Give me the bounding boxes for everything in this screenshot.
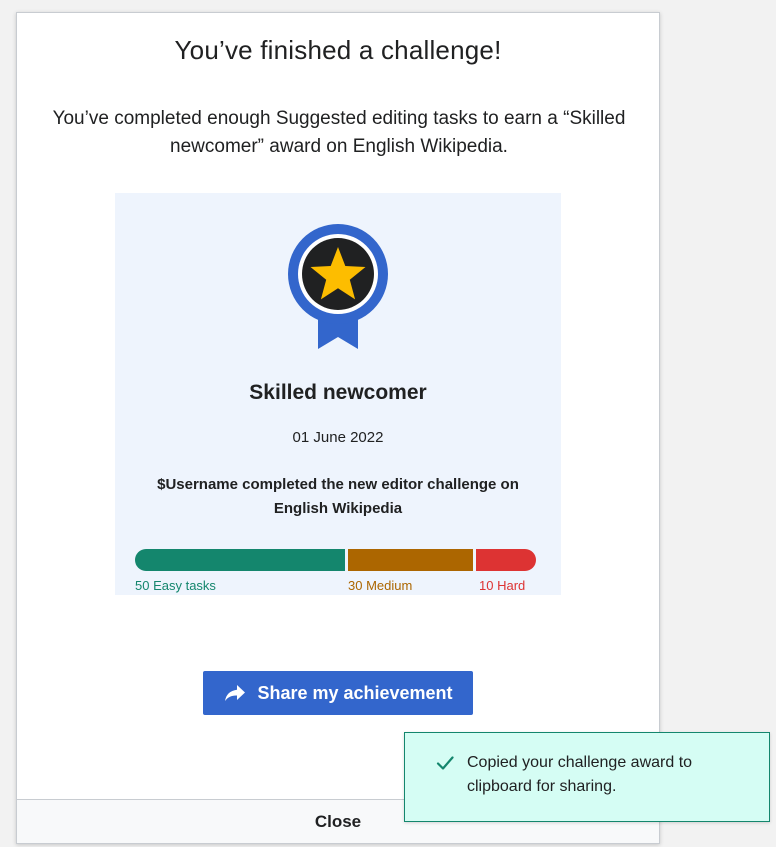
award-ribbon-star-icon: [288, 224, 388, 349]
progress-segment-medium: [348, 549, 473, 571]
progress-segment-easy: [135, 549, 345, 571]
legend-medium: 30 Medium: [348, 578, 413, 593]
share-arrow-icon: [223, 681, 247, 705]
check-icon: [436, 756, 454, 770]
task-progress-bar: [135, 549, 539, 571]
dialog-description: You’ve completed enough Suggested editin…: [52, 108, 626, 157]
share-achievement-button[interactable]: Share my achievement: [203, 671, 473, 715]
legend-hard: 10 Hard: [479, 578, 526, 593]
progress-segment-hard: [476, 549, 536, 571]
share-button-label: Share my achievement: [257, 682, 453, 703]
challenge-dialog: You’ve finished a challenge! You’ve comp…: [16, 12, 660, 844]
dialog-title: You’ve finished a challenge!: [174, 35, 502, 65]
award-description: $Username completed the new editor chall…: [157, 476, 519, 517]
award-card: Skilled newcomer 01 June 2022 $Username …: [115, 193, 561, 595]
legend-easy: 50 Easy tasks: [135, 578, 216, 593]
award-name: Skilled newcomer: [249, 381, 427, 404]
award-date: 01 June 2022: [292, 429, 384, 446]
toast-message: Copied your challenge award to clipboard…: [467, 754, 693, 795]
toast-notification: Copied your challenge award to clipboard…: [404, 732, 770, 822]
